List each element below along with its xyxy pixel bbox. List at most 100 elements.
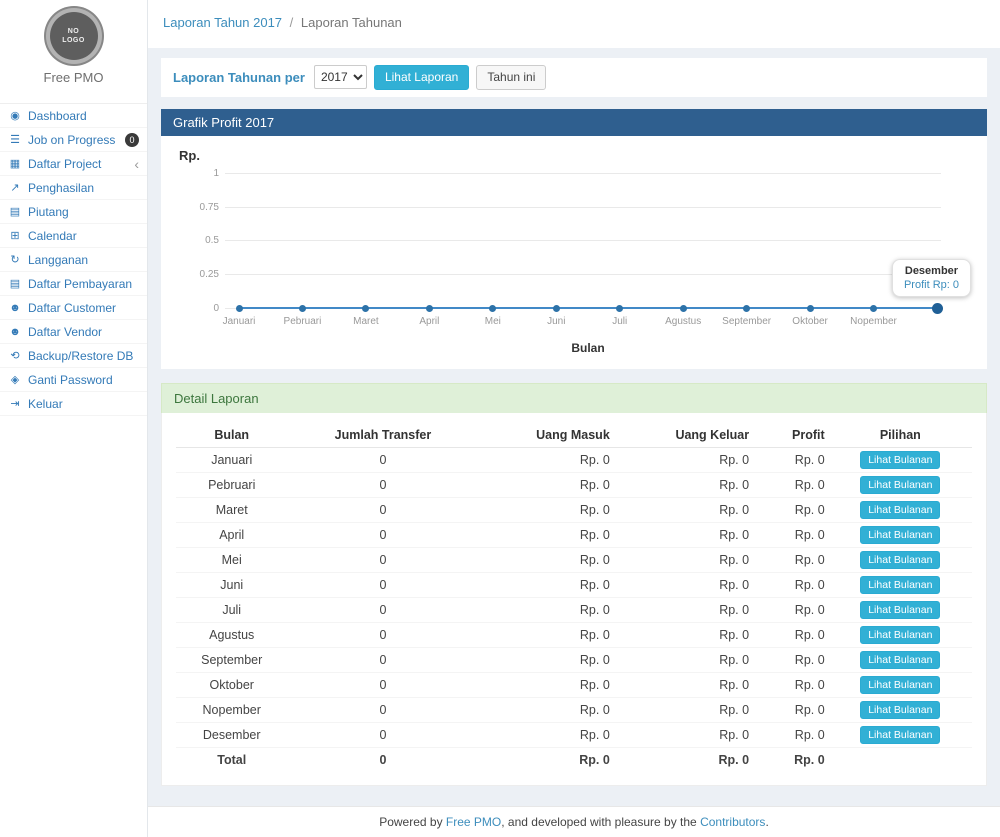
sidebar-item-langganan[interactable]: ↻ Langganan	[0, 248, 147, 272]
sidebar-item-dashboard[interactable]: ◉ Dashboard	[0, 104, 147, 128]
cell-out: Rp. 0	[614, 522, 753, 547]
chart-point[interactable]	[426, 305, 433, 312]
lihat-bulanan-button[interactable]: Lihat Bulanan	[860, 701, 940, 719]
sidebar-item-daftar-vendor[interactable]: ☻ Daftar Vendor	[0, 320, 147, 344]
y-axis-title: Rp.	[179, 148, 971, 163]
chart-point[interactable]	[489, 305, 496, 312]
main-area: Laporan Tahun 2017 / Laporan Tahunan Lap…	[148, 0, 1000, 837]
col-header-uang-masuk: Uang Masuk	[478, 423, 613, 448]
lihat-bulanan-button[interactable]: Lihat Bulanan	[860, 726, 940, 744]
cell-transfer: 0	[287, 672, 478, 697]
chart-point[interactable]	[680, 305, 687, 312]
chart-point[interactable]	[743, 305, 750, 312]
cell-in: Rp. 0	[478, 522, 613, 547]
breadcrumb-current: Laporan Tahunan	[301, 15, 402, 30]
detail-table-wrap: Bulan Jumlah Transfer Uang Masuk Uang Ke…	[161, 413, 987, 787]
sidebar-item-backup-restore-db[interactable]: ⟲ Backup/Restore DB	[0, 344, 147, 368]
sidebar-item-label: Daftar Pembayaran	[28, 277, 132, 291]
chart-point[interactable]	[299, 305, 306, 312]
y-tick: 0.75	[181, 202, 219, 213]
chart-point[interactable]	[362, 305, 369, 312]
cell-month: September	[176, 647, 287, 672]
no-logo-text: NO LOGO	[59, 27, 89, 45]
breadcrumb-separator: /	[290, 15, 294, 30]
chart-point[interactable]	[616, 305, 623, 312]
chart-point[interactable]	[870, 305, 877, 312]
cell-transfer: 0	[287, 497, 478, 522]
credit-card-icon: ▤	[8, 205, 22, 218]
cell-transfer: 0	[287, 547, 478, 572]
x-tick: Juni	[547, 316, 565, 327]
lihat-bulanan-button[interactable]: Lihat Bulanan	[860, 476, 940, 494]
footer: Powered by Free PMO, and developed with …	[148, 806, 1000, 837]
lihat-bulanan-button[interactable]: Lihat Bulanan	[860, 626, 940, 644]
year-select[interactable]: 2017	[314, 65, 367, 89]
sidebar-item-penghasilan[interactable]: ↗ Penghasilan	[0, 176, 147, 200]
table-row: Juni 0 Rp. 0 Rp. 0 Rp. 0 Lihat Bulanan	[176, 572, 972, 597]
report-table: Bulan Jumlah Transfer Uang Masuk Uang Ke…	[176, 423, 972, 772]
table-row: Mei 0 Rp. 0 Rp. 0 Rp. 0 Lihat Bulanan	[176, 547, 972, 572]
cell-month: Nopember	[176, 697, 287, 722]
cell-profit: Rp. 0	[753, 722, 829, 747]
lock-icon: ◈	[8, 373, 22, 386]
cell-profit: Rp. 0	[753, 447, 829, 472]
lihat-bulanan-button[interactable]: Lihat Bulanan	[860, 451, 940, 469]
lihat-bulanan-button[interactable]: Lihat Bulanan	[860, 601, 940, 619]
cell-profit: Rp. 0	[753, 547, 829, 572]
sidebar-item-label: Ganti Password	[28, 373, 113, 387]
y-tick: 0.25	[181, 269, 219, 280]
sidebar-item-piutang[interactable]: ▤ Piutang	[0, 200, 147, 224]
gridline: 0.25	[225, 274, 941, 275]
cell-profit: Rp. 0	[753, 597, 829, 622]
lihat-laporan-button[interactable]: Lihat Laporan	[374, 65, 469, 90]
table-row: Desember 0 Rp. 0 Rp. 0 Rp. 0 Lihat Bulan…	[176, 722, 972, 747]
chart-point-active[interactable]	[932, 303, 943, 314]
lihat-bulanan-button[interactable]: Lihat Bulanan	[860, 651, 940, 669]
chart-point[interactable]	[807, 305, 814, 312]
chart-point[interactable]	[236, 305, 243, 312]
lihat-bulanan-button[interactable]: Lihat Bulanan	[860, 526, 940, 544]
chart-point[interactable]	[553, 305, 560, 312]
cell-transfer: 0	[287, 597, 478, 622]
footer-text: .	[765, 815, 768, 829]
sidebar-item-calendar[interactable]: ⊞ Calendar	[0, 224, 147, 248]
sidebar-item-label: Backup/Restore DB	[28, 349, 133, 363]
lihat-bulanan-button[interactable]: Lihat Bulanan	[860, 576, 940, 594]
sidebar-item-label: Daftar Vendor	[28, 325, 102, 339]
dashboard-icon: ◉	[8, 109, 22, 122]
sidebar-item-daftar-customer[interactable]: ☻ Daftar Customer	[0, 296, 147, 320]
cell-profit: Rp. 0	[753, 622, 829, 647]
profit-chart-panel: Grafik Profit 2017 Rp. 1 0.75 0.5	[161, 109, 987, 369]
table-row: Maret 0 Rp. 0 Rp. 0 Rp. 0 Lihat Bulanan	[176, 497, 972, 522]
cell-profit: Rp. 0	[753, 497, 829, 522]
x-tick: Mei	[485, 316, 501, 327]
table-row: Agustus 0 Rp. 0 Rp. 0 Rp. 0 Lihat Bulana…	[176, 622, 972, 647]
sidebar-item-daftar-project[interactable]: ▦ Daftar Project ‹	[0, 152, 147, 176]
x-tick: Januari	[223, 316, 256, 327]
cell-transfer: 0	[287, 622, 478, 647]
sidebar-item-job-on-progress[interactable]: ☰ Job on Progress 0	[0, 128, 147, 152]
cell-out: Rp. 0	[614, 722, 753, 747]
footer-text: , and developed with pleasure by the	[501, 815, 700, 829]
footer-contributors-link[interactable]: Contributors	[700, 815, 765, 829]
report-form-label: Laporan Tahunan per	[173, 70, 305, 85]
sidebar-item-ganti-password[interactable]: ◈ Ganti Password	[0, 368, 147, 392]
cell-month: Maret	[176, 497, 287, 522]
lihat-bulanan-button[interactable]: Lihat Bulanan	[860, 551, 940, 569]
cell-month: Agustus	[176, 622, 287, 647]
sidebar-item-daftar-pembayaran[interactable]: ▤ Daftar Pembayaran	[0, 272, 147, 296]
footer-brand-link[interactable]: Free PMO	[446, 815, 501, 829]
table-row: April 0 Rp. 0 Rp. 0 Rp. 0 Lihat Bulanan	[176, 522, 972, 547]
chart-line	[239, 307, 937, 309]
lihat-bulanan-button[interactable]: Lihat Bulanan	[860, 676, 940, 694]
x-tick: April	[419, 316, 439, 327]
table-row: Juli 0 Rp. 0 Rp. 0 Rp. 0 Lihat Bulanan	[176, 597, 972, 622]
sidebar-item-label: Job on Progress	[28, 133, 115, 147]
lihat-bulanan-button[interactable]: Lihat Bulanan	[860, 501, 940, 519]
col-header-uang-keluar: Uang Keluar	[614, 423, 753, 448]
sidebar-item-keluar[interactable]: ⇥ Keluar	[0, 392, 147, 416]
tahun-ini-button[interactable]: Tahun ini	[476, 65, 546, 90]
breadcrumb-parent-link[interactable]: Laporan Tahun 2017	[163, 15, 282, 30]
total-profit: Rp. 0	[753, 747, 829, 771]
table-row: Oktober 0 Rp. 0 Rp. 0 Rp. 0 Lihat Bulana…	[176, 672, 972, 697]
